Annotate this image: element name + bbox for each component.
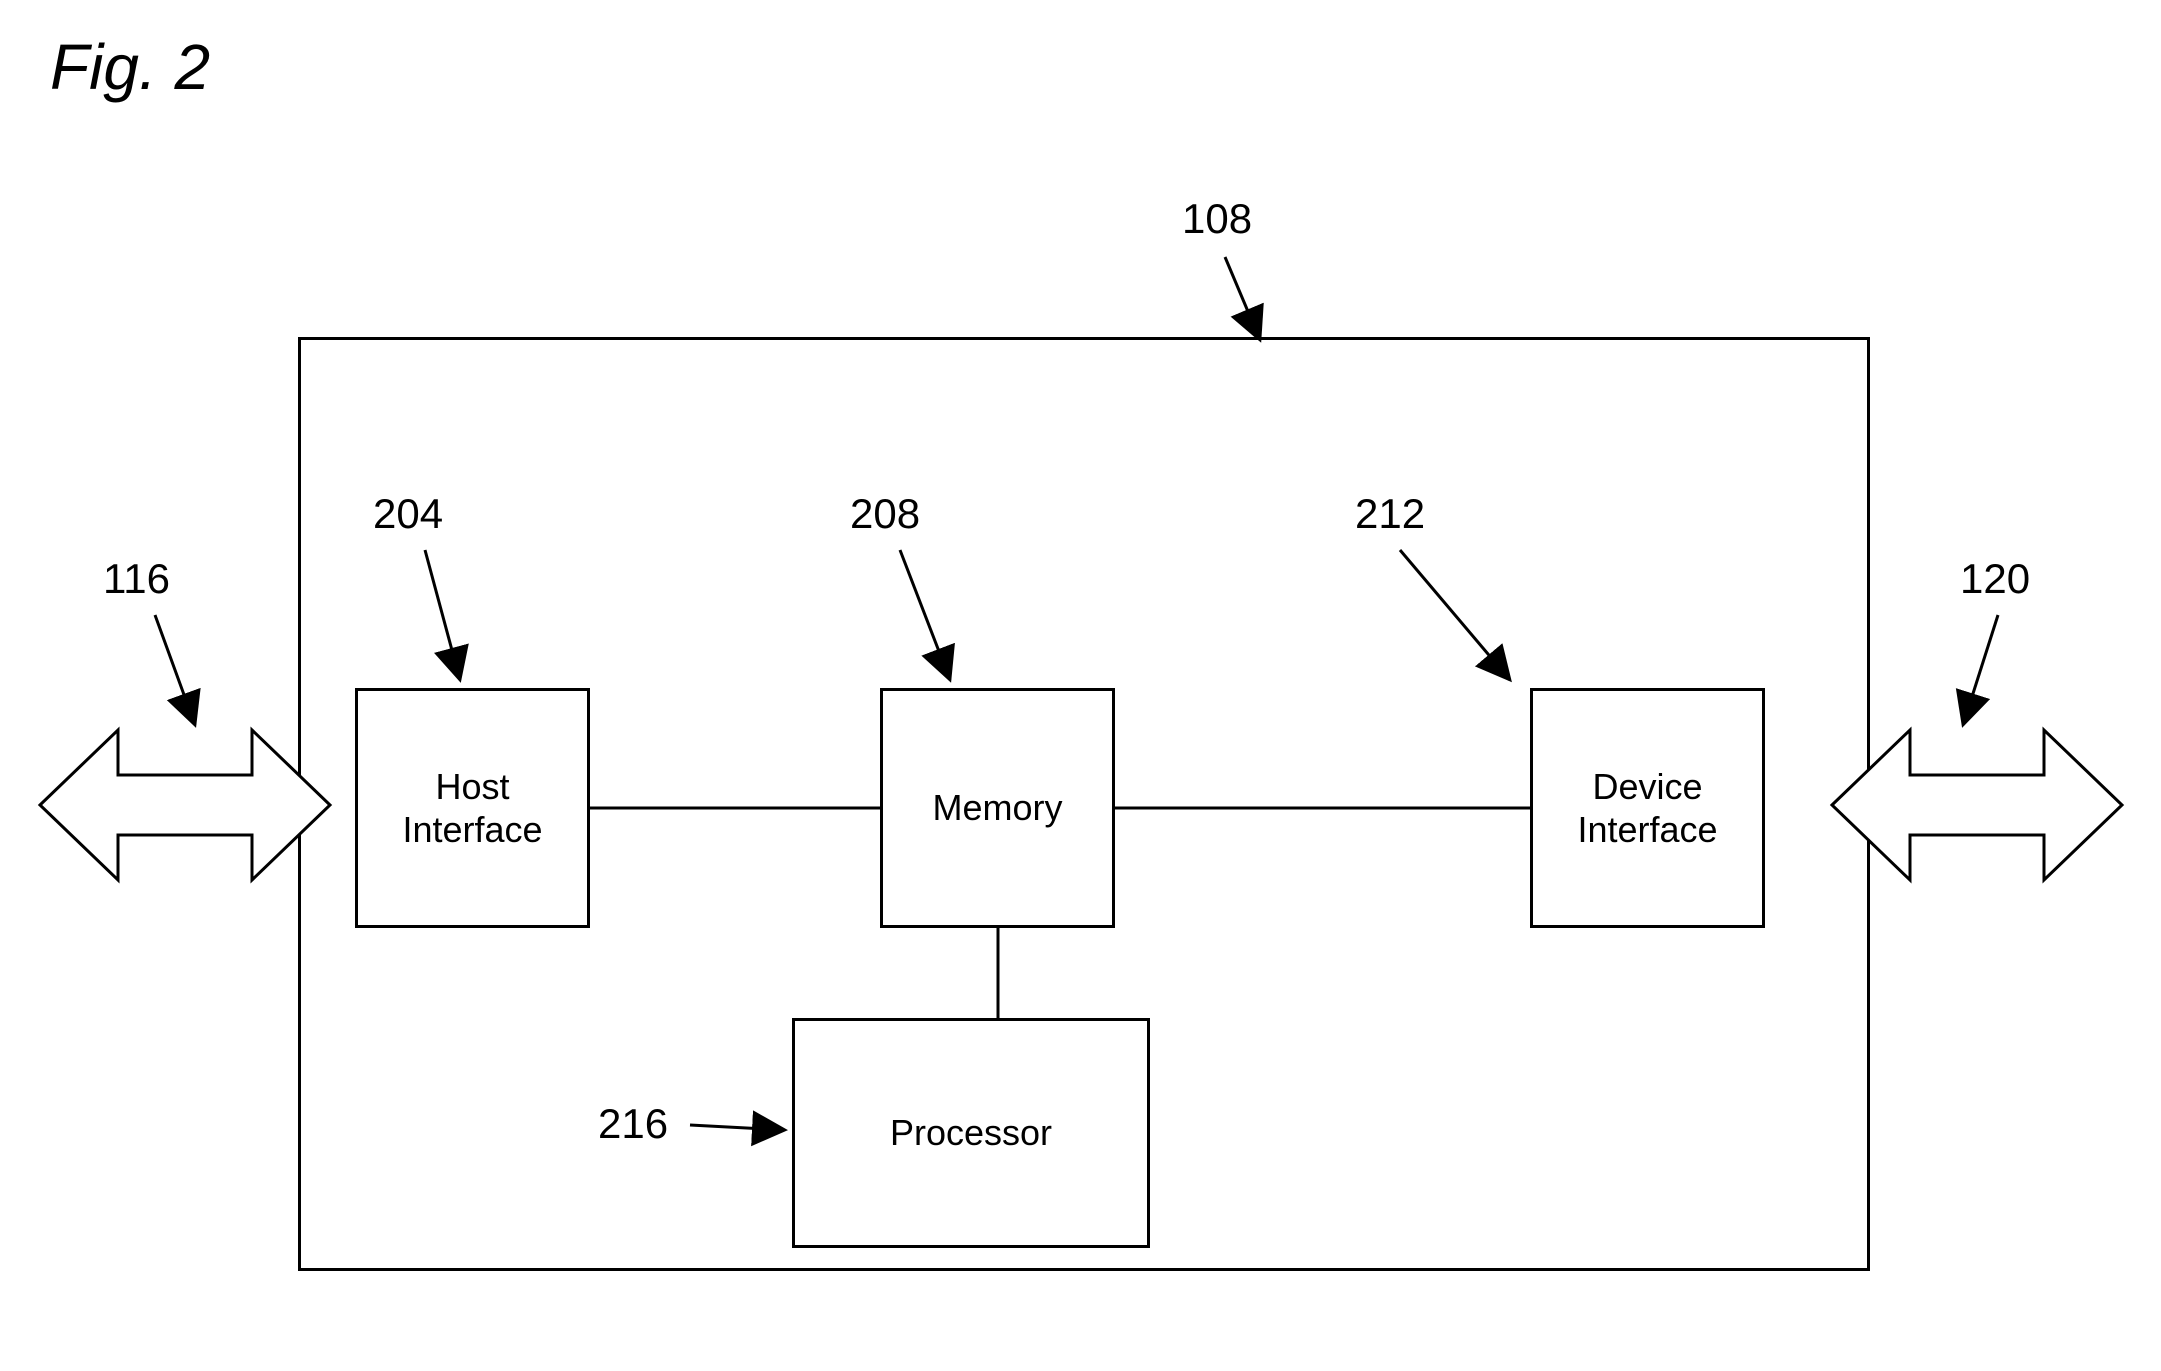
leader-arrows <box>0 0 2161 1371</box>
